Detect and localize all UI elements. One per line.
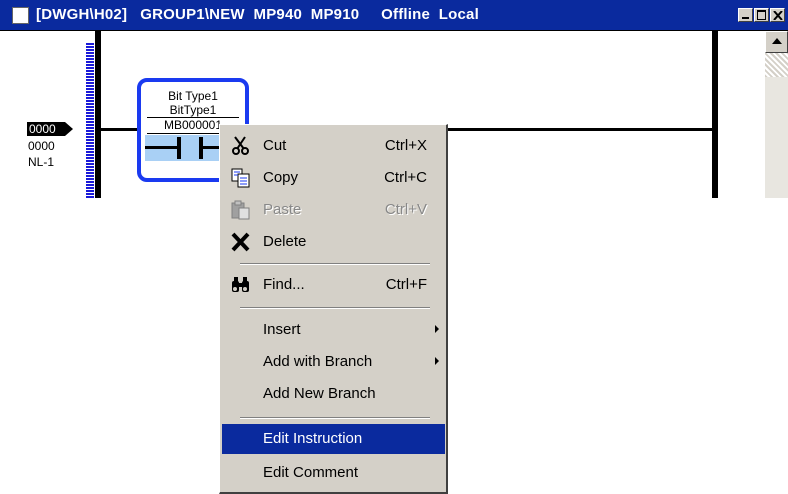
up-arrow-icon [772, 38, 782, 44]
menu-item-label: Delete [263, 233, 307, 250]
menu-item-label: Paste [263, 201, 302, 218]
submenu-arrow-icon [435, 357, 439, 365]
rung-selection-bar [86, 43, 94, 198]
minimize-button[interactable] [738, 8, 753, 22]
close-icon [773, 11, 783, 20]
menu-item-label: Copy [263, 169, 299, 186]
menu-item-delete[interactable]: Delete [222, 227, 445, 257]
copy-icon [231, 168, 250, 188]
menu-item-label: Edit Comment [263, 464, 359, 481]
window-system-icon[interactable] [12, 7, 29, 24]
menu-item-insert[interactable]: Insert [222, 315, 445, 345]
menu-item-shortcut: Ctrl+C [384, 169, 427, 186]
right-power-rail [712, 31, 718, 198]
maximize-button[interactable] [754, 8, 769, 22]
submenu-arrow-icon [435, 325, 439, 333]
menu-item-label: Find... [263, 276, 305, 293]
menu-separator [240, 307, 430, 309]
menu-item-shortcut: Ctrl+F [385, 276, 427, 293]
rung-tag-arrow-icon [65, 122, 73, 136]
left-power-rail [95, 31, 101, 198]
menu-item-shortcut: Ctrl+X [384, 137, 427, 154]
rung-tag[interactable]: 0000 [27, 122, 65, 136]
menu-item-label: Insert [263, 321, 301, 338]
menu-separator [240, 263, 430, 265]
close-button[interactable] [770, 8, 785, 22]
menu-item-cut[interactable]: Cut Ctrl+X [222, 131, 445, 161]
window-title: [DWGH\H02] GROUP1\NEW MP940 MP910 Offlin… [36, 6, 479, 23]
scroll-track[interactable] [765, 53, 788, 77]
menu-item-copy[interactable]: Copy Ctrl+C [222, 163, 445, 193]
menu-item-edit-comment[interactable]: Edit Comment [222, 458, 445, 488]
menu-item-edit-instruction[interactable]: Edit Instruction [222, 424, 445, 454]
menu-separator [240, 417, 430, 419]
delete-x-icon [231, 232, 250, 252]
menu-item-label: Edit Instruction [263, 430, 363, 447]
instruction-comment: Bit Type1 [168, 89, 218, 103]
menu-item-label: Add New Branch [263, 385, 376, 402]
context-menu: Cut Ctrl+X Copy Ctrl+C Paste Ctrl+V Dele… [219, 124, 448, 494]
menu-item-label: Add with Branch [263, 353, 373, 370]
menu-item-shortcut: Ctrl+V [384, 201, 427, 218]
menu-item-add-with-branch[interactable]: Add with Branch [222, 347, 445, 377]
minimize-icon [742, 17, 749, 19]
contact-right-bar [199, 137, 203, 159]
paste-icon [231, 200, 250, 220]
rung-number: 0000 [28, 139, 55, 153]
maximize-icon [757, 10, 766, 20]
binoculars-icon [232, 277, 249, 292]
contact-gap [181, 145, 199, 150]
menu-item-label: Cut [263, 137, 287, 154]
menu-item-paste[interactable]: Paste Ctrl+V [222, 195, 445, 225]
rung-label: NL-1 [28, 155, 55, 169]
instruction-divider [147, 117, 239, 118]
menu-item-find[interactable]: Find... Ctrl+F [222, 270, 445, 300]
menu-item-add-new-branch[interactable]: Add New Branch [222, 379, 445, 409]
scroll-up-button[interactable] [765, 31, 788, 53]
scissors-icon [232, 136, 249, 155]
instruction-symbol: BitType1 [169, 103, 217, 117]
title-bar[interactable]: [DWGH\H02] GROUP1\NEW MP940 MP910 Offlin… [0, 0, 788, 31]
